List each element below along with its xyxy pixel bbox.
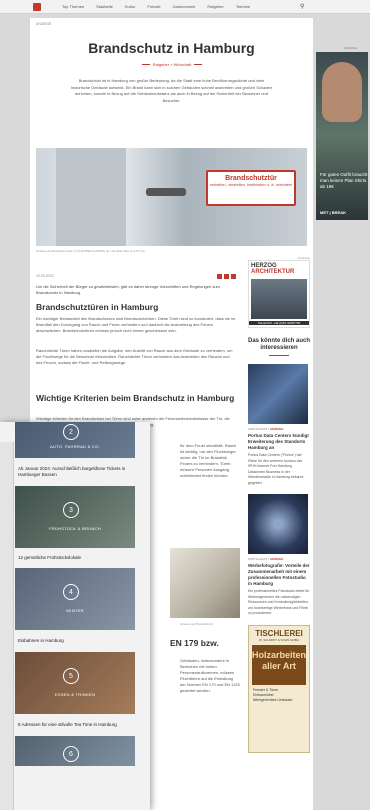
category-overlay-panel: 2 AUTO, FAHRRAD & CO. Ab Januar 2024: Au… — [0, 422, 150, 810]
paragraph: Gebäuden, insbesondere in Bereichen mit … — [180, 658, 240, 693]
door-shape — [56, 148, 126, 246]
top-navigation: Top Themen Stadtteile Kultur Freizeit Ga… — [0, 0, 370, 14]
sign-text: verkeilen, verstellen, festbinden o. ä. … — [209, 182, 293, 187]
category-number: 6 — [63, 746, 79, 762]
related-item-title[interactable]: Werbefotografie: Vorteile der Zusammenar… — [248, 563, 310, 587]
tischlerei-title: TISCHLEREI — [255, 628, 303, 638]
tag-ad: ANZEIGE — [270, 427, 284, 431]
divider — [141, 64, 150, 65]
related-item-text: Ein professionelles Fotostudio bietet fü… — [248, 589, 310, 615]
related-item-tag: WIRTSCHAFT | ANZEIGE — [248, 427, 284, 431]
divider — [194, 64, 203, 65]
category-label: FRÜHSTÜCK & BRUNCH — [48, 526, 102, 531]
site-logo-icon[interactable] — [33, 3, 41, 11]
paragraph: für dem Feuer standhält. Rauch ist wicht… — [180, 443, 237, 478]
related-item-text: Portus Data Centers ("Portus") hat Pläne… — [248, 453, 304, 485]
category-label: WINTER — [66, 608, 84, 613]
article-image — [170, 548, 240, 618]
search-icon[interactable]: ⚲ — [300, 3, 304, 10]
related-heading: Das könnte dich auch interessieren — [248, 338, 311, 351]
category-tile[interactable]: 2 AUTO, FAHRRAD & CO. — [15, 422, 135, 458]
category-tile[interactable]: 5 ESSEN & TRINKEN — [15, 652, 135, 714]
sign-title: Brandschutztür — [225, 175, 277, 182]
divider — [269, 355, 289, 356]
related-item-image[interactable] — [248, 494, 308, 554]
article-intro: Brandschutz ist in Hamburg von großer Be… — [70, 78, 273, 103]
ad-label: ANZEIGE — [344, 46, 358, 50]
list-item[interactable]: 12 gemütliche Frühstückslokale — [15, 548, 135, 568]
list-item[interactable]: 8 Adressen für eine stilvolle Tea Time i… — [15, 714, 135, 736]
related-item-image[interactable] — [248, 364, 308, 424]
nav-item-stadtteile[interactable]: Stadtteile — [96, 4, 113, 9]
article-sidebar: ANZEIGE HERZOG ARCHITEKTUR TELEFON: +49 … — [248, 256, 310, 753]
hero-caption: Hinweis auf Brandschutztür (© FLEXIBRA E… — [36, 249, 145, 253]
twitter-icon[interactable] — [224, 274, 229, 279]
category-tile[interactable]: 3 FRÜHSTÜCK & BRUNCH — [15, 486, 135, 548]
article-meta: 10.03.2023 — [36, 274, 236, 279]
category-label: ESSEN & TRINKEN — [54, 692, 96, 697]
section-tag: ANZEIGE — [36, 22, 52, 26]
article-date: 10.03.2023 — [36, 274, 54, 278]
list-item[interactable]: Ab Januar 2024: Ausschließlich bargeldlo… — [15, 458, 135, 486]
overlay-sidebar-strip — [0, 442, 14, 810]
share-buttons — [217, 274, 236, 279]
related-item-tag: WIRTSCHAFT | ANZEIGE — [248, 557, 284, 561]
article-title: Brandschutz in Hamburg — [88, 40, 255, 56]
ad-text: Für gutes Outfit braucht man keinen Plan… — [320, 172, 368, 189]
nav-item-freizeit[interactable]: Freizeit — [147, 4, 160, 9]
category-list: 2 AUTO, FAHRRAD & CO. Ab Januar 2024: Au… — [15, 422, 150, 766]
article-category[interactable]: Ratgeber » Wirtschaft — [132, 62, 212, 67]
category-number: 2 — [63, 424, 79, 440]
herzog-phone: TELEFON: +49 (0)40 32087766 — [249, 321, 309, 325]
section-heading: EN 179 bzw. — [170, 638, 219, 648]
nav-items: Top Themen Stadtteile Kultur Freizeit Ga… — [62, 4, 250, 9]
category-tile[interactable]: 6 — [15, 736, 135, 766]
fire-door-sign: Brandschutztür verkeilen, verstellen, fe… — [206, 170, 296, 206]
section-heading: Wichtige Kriterien beim Brandschutz in H… — [36, 393, 235, 403]
category-number: 5 — [63, 668, 79, 684]
category-label: AUTO, FAHRRAD & CO. — [49, 444, 101, 449]
category-label[interactable]: Ratgeber » Wirtschaft — [153, 62, 192, 67]
herzog-ad[interactable]: HERZOG ARCHITEKTUR TELEFON: +49 (0)40 32… — [248, 260, 310, 328]
door-handle — [146, 188, 186, 196]
nav-item-kultur[interactable]: Kultur — [125, 4, 135, 9]
herzog-logo: HERZOG ARCHITEKTUR — [249, 261, 309, 277]
paragraph: Um die Sicherheit der Bürger zu gewährle… — [36, 284, 220, 295]
nav-item-gastronomie[interactable]: Gastronomie — [172, 4, 195, 9]
tag-ad: ANZEIGE — [270, 557, 284, 561]
building-image — [251, 279, 307, 319]
tischlerei-slogan: Holzarbeiten aller Art — [252, 644, 306, 685]
fashion-ad[interactable]: Für gutes Outfit braucht man keinen Plan… — [316, 52, 368, 220]
list-item[interactable]: Eisbahnen in Hamburg — [15, 630, 135, 652]
nav-item-termine[interactable]: Termine — [236, 4, 250, 9]
category-number: 3 — [63, 502, 79, 518]
herzog-brand-suffix: ARCHITEKTUR — [251, 269, 295, 275]
tag-label: WIRTSCHAFT — [248, 427, 268, 431]
model-image — [322, 62, 362, 122]
related-item-title[interactable]: Portus Data Centers kündigt Erweiterung … — [248, 433, 310, 451]
category-tile[interactable]: 4 WINTER — [15, 568, 135, 630]
image-caption: Hinweis auf Brandschutz — [180, 622, 214, 626]
paragraph: Rauchdichte Türen haben zusätzlich die A… — [36, 348, 233, 365]
ad-brand: MET | BREAK — [320, 210, 347, 215]
mail-icon[interactable] — [231, 274, 236, 279]
facebook-icon[interactable] — [217, 274, 222, 279]
paragraph: Ein wichtiger Bestandteil des Brandschut… — [36, 316, 236, 333]
tischlerei-ad[interactable]: TISCHLEREI W. SCHMIDT & SOHN GMBH Holzar… — [248, 624, 310, 753]
section-heading: Brandschutztüren in Hamburg — [36, 302, 159, 312]
nav-item-top-themen[interactable]: Top Themen — [62, 4, 84, 9]
nav-item-ratgeber[interactable]: Ratgeber — [207, 4, 223, 9]
tischlerei-subtitle: W. SCHMIDT & SOHN GMBH — [258, 637, 300, 642]
hero-image: Brandschutztür verkeilen, verstellen, fe… — [36, 148, 307, 246]
tischlerei-feature: Altengerechtes Umbauen — [253, 697, 293, 702]
tag-label: WIRTSCHAFT — [248, 557, 268, 561]
category-number: 4 — [63, 584, 79, 600]
